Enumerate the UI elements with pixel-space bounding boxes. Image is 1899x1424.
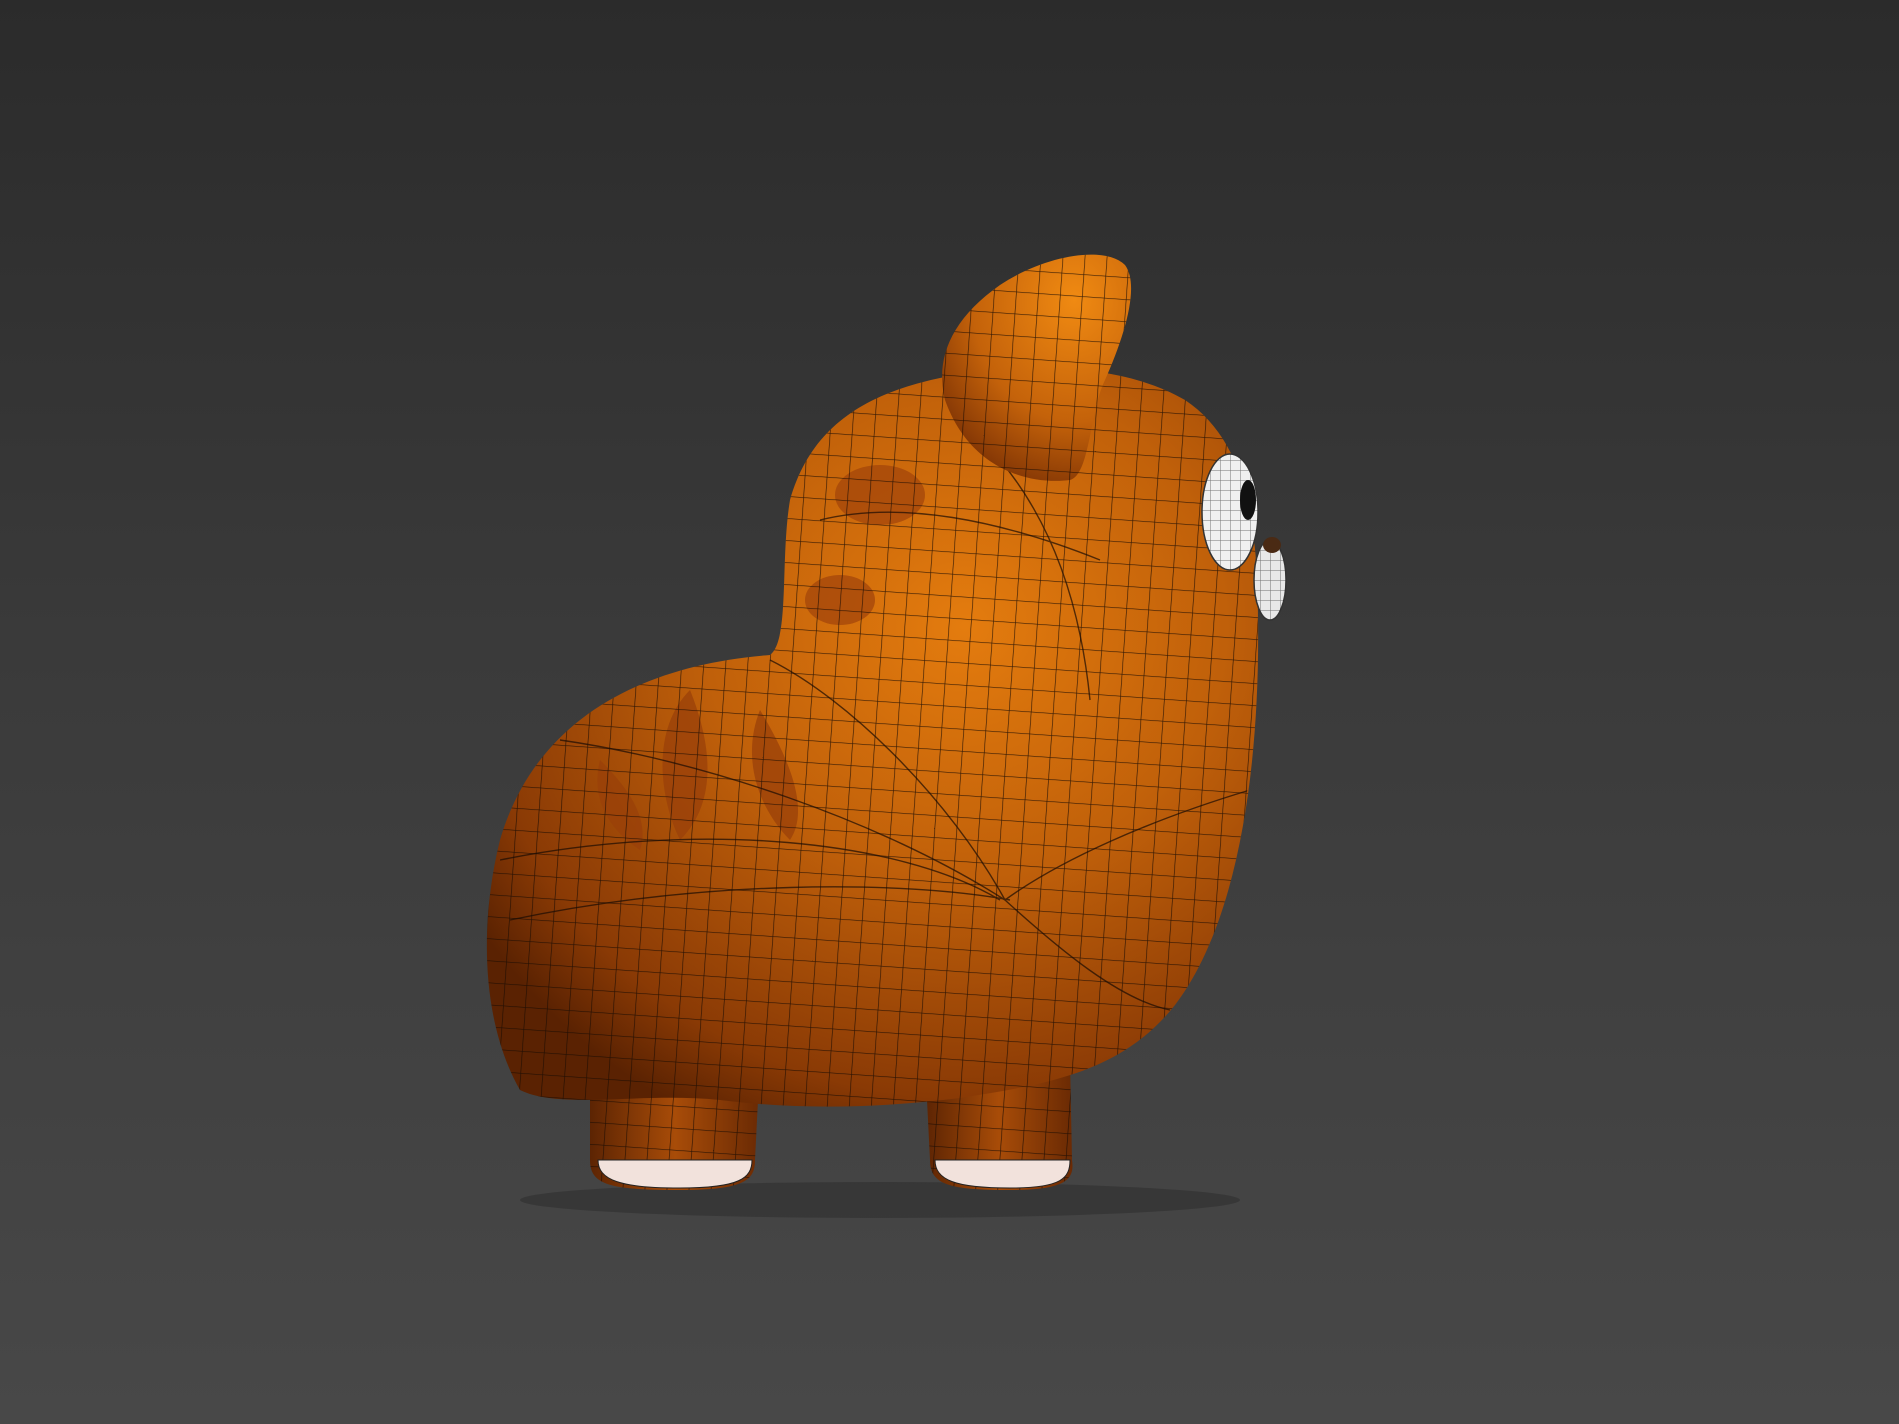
cat-body <box>486 367 1259 1107</box>
cat-muzzle <box>1253 537 1287 621</box>
cat-eye <box>1201 453 1259 571</box>
3d-viewport[interactable] <box>0 0 1899 1424</box>
viewport-scene <box>486 254 1287 1218</box>
